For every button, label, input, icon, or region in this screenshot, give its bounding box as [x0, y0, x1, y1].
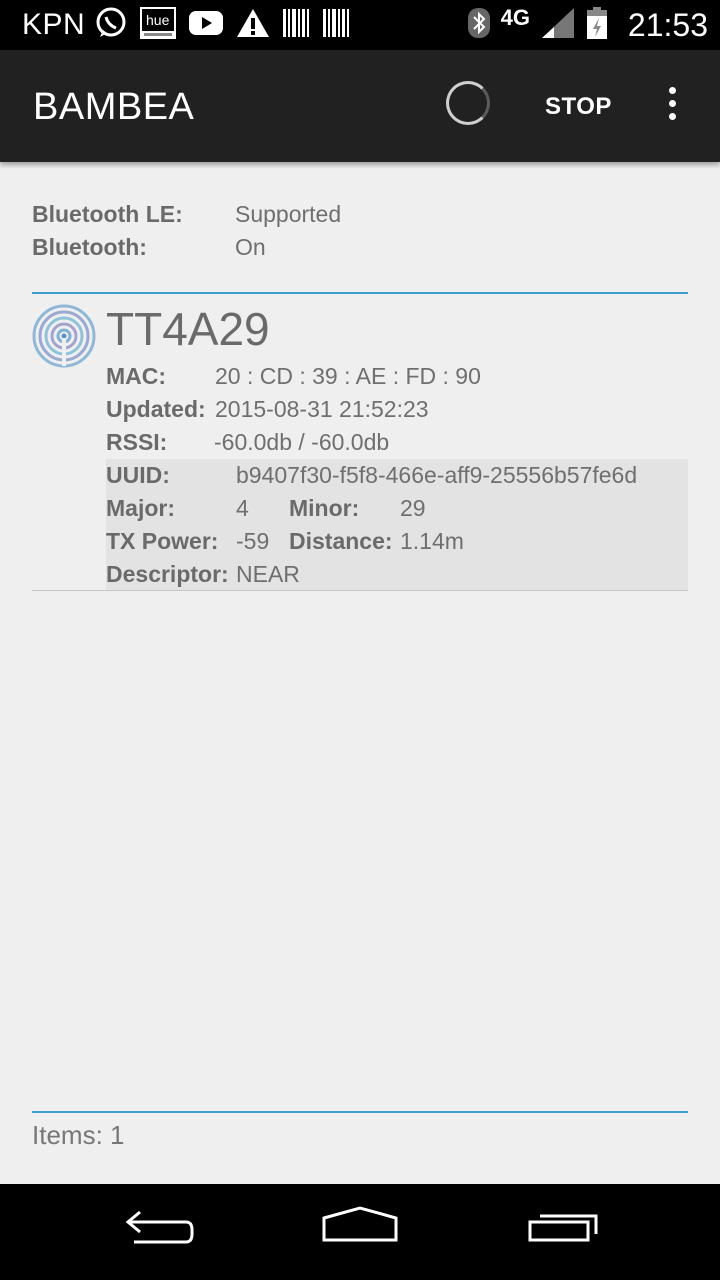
mac-row: MAC: 20 : CD : 39 : AE : FD : 90: [106, 360, 688, 393]
app-bar: BAMBEA STOP: [0, 50, 720, 162]
minor-label: Minor:: [289, 495, 360, 521]
distance-value: 1.14m: [400, 528, 464, 554]
major-value: 4: [236, 495, 249, 521]
bluetooth-le-value: Supported: [235, 201, 342, 227]
svg-text:hue: hue: [146, 12, 170, 28]
distance-label: Distance:: [289, 528, 393, 554]
items-count: Items: 1: [32, 1120, 125, 1150]
bluetooth-value: On: [235, 234, 266, 260]
signal-icon: [540, 6, 576, 45]
uuid-row: UUID: b9407f30-f5f8-466e-aff9-25556b57fe…: [106, 459, 688, 492]
app-title: BAMBEA: [33, 86, 195, 128]
network-type: 4G: [500, 5, 530, 30]
device-name: TT4A29: [106, 303, 270, 355]
rssi-row: RSSI: -60.0db / -60.0db: [106, 426, 688, 459]
warning-icon: [236, 7, 270, 44]
youtube-icon: [188, 8, 224, 43]
status-bar: KPN hue 4G 21:53: [0, 0, 720, 50]
barcode-icon: [322, 7, 350, 44]
bluetooth-row: Bluetooth: On: [32, 231, 688, 264]
stop-button[interactable]: STOP: [545, 93, 612, 121]
updated-label: Updated:: [106, 396, 206, 422]
divider: [32, 590, 688, 591]
descriptor-row: Descriptor: NEAR: [106, 558, 688, 591]
minor-value: 29: [400, 495, 426, 521]
bluetooth-le-label: Bluetooth LE:: [32, 201, 183, 227]
rssi-value: -60.0db / -60.0db: [214, 429, 390, 455]
navigation-bar: [0, 1184, 720, 1280]
uuid-value: b9407f30-f5f8-466e-aff9-25556b57fe6d: [236, 462, 638, 488]
clock: 21:53: [627, 7, 708, 43]
carrier-label: KPN: [22, 8, 86, 41]
back-icon[interactable]: [120, 1204, 200, 1260]
bluetooth-icon: [467, 7, 491, 44]
rssi-label: RSSI:: [106, 429, 168, 455]
tx-power-value: -59: [236, 528, 270, 554]
major-minor-row: Major: 4 Minor: 29: [106, 492, 688, 525]
tx-power-label: TX Power:: [106, 528, 219, 554]
bluetooth-le-row: Bluetooth LE: Supported: [32, 198, 688, 231]
updated-value: 2015-08-31 21:52:23: [215, 396, 429, 422]
descriptor-label: Descriptor:: [106, 561, 229, 587]
scanning-spinner-icon: [446, 81, 490, 125]
whatsapp-icon: [94, 6, 128, 45]
device-details: MAC: 20 : CD : 39 : AE : FD : 90 Updated…: [106, 360, 688, 591]
hue-icon: hue: [140, 6, 176, 44]
tx-distance-row: TX Power: -59 Distance: 1.14m: [106, 525, 688, 558]
descriptor-value: NEAR: [236, 561, 300, 587]
major-label: Major:: [106, 495, 175, 521]
uuid-label: UUID:: [106, 462, 170, 488]
recent-apps-icon[interactable]: [522, 1204, 602, 1260]
home-icon[interactable]: [320, 1204, 400, 1260]
updated-row: Updated: 2015-08-31 21:52:23: [106, 393, 688, 426]
bluetooth-info: Bluetooth LE: Supported Bluetooth: On: [32, 198, 688, 264]
divider: [32, 292, 688, 294]
overflow-menu-icon[interactable]: [662, 87, 682, 127]
mac-label: MAC:: [106, 363, 167, 389]
ibeacon-icon: [32, 304, 96, 368]
mac-value: 20 : CD : 39 : AE : FD : 90: [215, 363, 481, 389]
ibeacon-details: UUID: b9407f30-f5f8-466e-aff9-25556b57fe…: [106, 459, 688, 591]
barcode-icon: [282, 7, 310, 44]
divider: [32, 1111, 688, 1113]
bluetooth-label: Bluetooth:: [32, 234, 147, 260]
battery-icon: [586, 6, 608, 45]
